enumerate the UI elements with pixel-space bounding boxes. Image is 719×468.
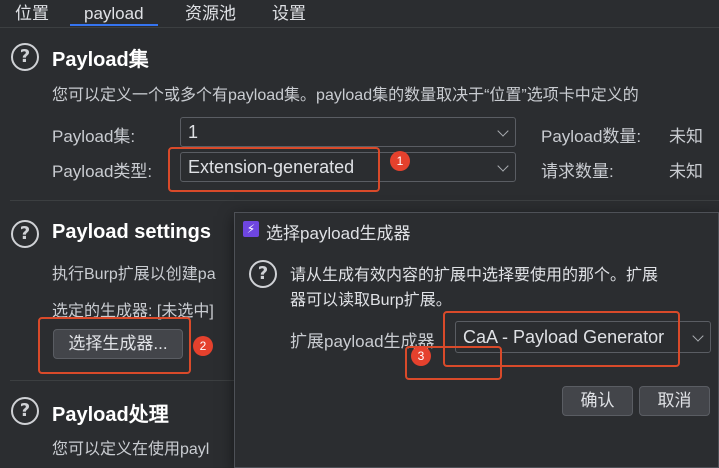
payload-set-value: 1: [188, 122, 199, 142]
tab-resource-pool[interactable]: 资源池: [185, 2, 236, 26]
cancel-button[interactable]: 取消: [639, 386, 710, 416]
select-generator-dialog: ⚡ 选择payload生成器 ? 请从生成有效内容的扩展中选择要使用的那个。扩展…: [234, 212, 719, 468]
chevron-down-icon: [692, 330, 704, 342]
annotation-marker: 2: [193, 336, 213, 356]
payload-sets-title: Payload集: [52, 49, 149, 71]
help-icon: ?: [249, 260, 277, 288]
payload-count-value: 未知: [669, 127, 703, 146]
request-count-label: 请求数量:: [541, 162, 614, 181]
help-icon[interactable]: ?: [11, 43, 39, 71]
annotation-marker: 1: [390, 151, 410, 171]
dialog-titlebar[interactable]: ⚡ 选择payload生成器: [235, 213, 719, 247]
tab-payload[interactable]: payload: [70, 2, 158, 26]
payload-processing-title: Payload处理: [52, 404, 169, 426]
request-count-value: 未知: [669, 162, 703, 181]
chevron-down-icon: [497, 160, 509, 172]
highlight-box: [168, 147, 380, 192]
payload-set-select[interactable]: 1: [180, 117, 516, 147]
payload-set-label: Payload集:: [52, 127, 136, 146]
payload-type-label: Payload类型:: [52, 162, 153, 181]
ok-button[interactable]: 确认: [562, 386, 633, 416]
tab-settings[interactable]: 设置: [272, 2, 306, 26]
help-icon[interactable]: ?: [11, 397, 39, 425]
tab-bar: 位置 payload 资源池 设置: [0, 0, 719, 28]
payload-settings-description: 执行Burp扩展以创建pa: [52, 266, 216, 283]
payload-processing-description: 您可以定义在使用payl: [52, 441, 210, 458]
dialog-title: 选择payload生成器: [266, 224, 411, 243]
burp-logo-icon: ⚡: [243, 221, 259, 237]
divider: [10, 200, 719, 201]
annotation-marker: 3: [411, 346, 431, 366]
dialog-message-line2: 器可以读取Burp扩展。: [290, 292, 452, 309]
payload-count-label: Payload数量:: [541, 127, 642, 146]
payload-settings-title: Payload settings: [52, 221, 211, 243]
tab-positions[interactable]: 位置: [15, 2, 49, 26]
dialog-message-line1: 请从生成有效内容的扩展中选择要使用的那个。扩展: [290, 267, 659, 284]
payload-sets-description: 您可以定义一个或多个有payload集。payload集的数量取决于“位置”选项…: [52, 87, 639, 104]
help-icon[interactable]: ?: [11, 220, 39, 248]
chevron-down-icon: [497, 125, 509, 137]
highlight-box: [38, 317, 191, 374]
